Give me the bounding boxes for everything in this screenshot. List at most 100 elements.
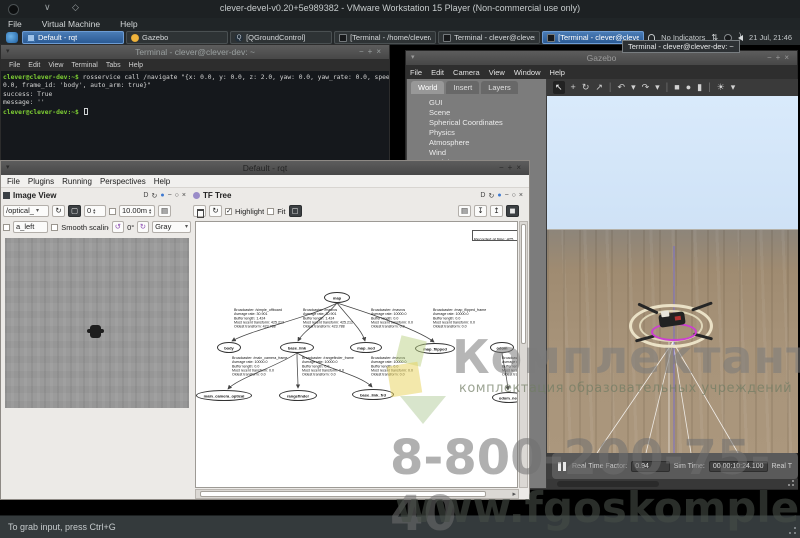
redo-icon[interactable]: ↷ <box>642 81 650 94</box>
save-graph-button[interactable]: ▤ <box>458 205 471 217</box>
zoom-spinner[interactable]: 0▴▾ <box>84 205 106 217</box>
rotate-right-icon[interactable]: ↻ <box>137 221 149 233</box>
detach-icon[interactable]: D <box>143 192 148 199</box>
tree-item-wind[interactable]: Wind <box>407 148 546 158</box>
screenshot-button[interactable]: ▢ <box>68 205 81 217</box>
tf-horizontal-scrollbar[interactable]: ▸ <box>195 489 519 499</box>
max-range-spinner[interactable]: 10.00m▴▾ <box>119 205 155 217</box>
taskbar-item[interactable]: Default - rqt <box>22 31 124 44</box>
minimize-icon[interactable]: − <box>505 192 509 199</box>
zoom-fit-button[interactable]: ↧ <box>474 205 487 217</box>
menu-item-help[interactable]: Help <box>154 177 170 186</box>
box-shape-icon[interactable]: ■ <box>674 81 679 94</box>
tree-item-gui[interactable]: GUI <box>407 98 546 108</box>
menu-item-perspectives[interactable]: Perspectives <box>100 177 146 186</box>
dynamic-range-checkbox[interactable] <box>109 208 116 215</box>
menu-item-help[interactable]: Help <box>550 68 565 77</box>
tab-insert[interactable]: Insert <box>446 81 479 94</box>
camera-image[interactable] <box>5 238 189 408</box>
scale-tool-icon[interactable]: ↗ <box>595 81 603 94</box>
resize-grip[interactable] <box>788 480 794 486</box>
detach-icon[interactable]: D <box>480 192 485 199</box>
fit-checkbox[interactable] <box>267 208 274 215</box>
help-icon[interactable]: ● <box>160 192 164 199</box>
sphere-shape-icon[interactable]: ● <box>686 81 691 94</box>
refresh-tree-button[interactable]: ↻ <box>209 205 222 217</box>
menu-item-camera[interactable]: Camera <box>453 68 480 77</box>
menu-item-help[interactable]: Help <box>120 19 137 29</box>
gazebo-3d-view[interactable] <box>547 96 798 453</box>
applications-icon[interactable] <box>6 32 18 43</box>
topic2-checkbox[interactable] <box>3 224 10 231</box>
reload-icon[interactable]: ↻ <box>151 192 157 200</box>
clear-buffer-icon[interactable] <box>193 205 206 217</box>
close-icon[interactable]: × <box>519 192 523 199</box>
float-icon[interactable]: ○ <box>175 192 179 199</box>
cylinder-shape-icon[interactable]: ▮ <box>697 81 702 94</box>
tf-canvas[interactable]: Recorded at time: 425. mapbodybase_linkm… <box>195 221 518 488</box>
select-tool-icon[interactable]: ↖ <box>553 81 565 94</box>
menu-item-plugins[interactable]: Plugins <box>28 177 54 186</box>
menu-item-edit[interactable]: Edit <box>431 68 444 77</box>
taskbar-item[interactable]: [Terminal - /home/clever/cat... <box>334 31 436 44</box>
menu-item-file[interactable]: File <box>8 19 22 29</box>
menu-item-file[interactable]: File <box>9 62 20 69</box>
gazebo-titlebar[interactable]: ▾ Gazebo −+× <box>406 51 797 65</box>
topic-dropdown[interactable]: /optical_▾ <box>3 205 49 217</box>
taskbar-item[interactable]: Q[QGroundControl] <box>230 31 332 44</box>
tab-layers[interactable]: Layers <box>481 81 518 94</box>
close-icon[interactable]: × <box>182 192 186 199</box>
taskbar-item[interactable]: Terminal - clever@clever-de... <box>438 31 540 44</box>
menu-item-view[interactable]: View <box>48 62 63 69</box>
translate-tool-icon[interactable]: + <box>571 81 576 94</box>
help-icon[interactable]: ● <box>497 192 501 199</box>
window-controls[interactable]: −+× <box>359 47 385 56</box>
smooth-scaling-checkbox[interactable] <box>51 224 58 231</box>
taskbar-item[interactable]: Gazebo <box>126 31 228 44</box>
clock[interactable]: 21 Jul, 21:46 <box>749 33 792 42</box>
tree-item-scene[interactable]: Scene <box>407 108 546 118</box>
resize-grip[interactable] <box>789 527 796 534</box>
window-controls[interactable]: −+× <box>767 53 793 62</box>
menu-item-window[interactable]: Window <box>514 68 541 77</box>
rqt-titlebar[interactable]: ▾ Default - rqt −+× <box>1 161 529 175</box>
light-icon[interactable]: ☀ <box>717 81 725 94</box>
more-icon[interactable]: ▾ <box>731 81 736 94</box>
refresh-topics-button[interactable]: ↻ <box>52 205 65 217</box>
window-controls[interactable]: −+× <box>499 163 525 172</box>
image-view-dock-header[interactable]: Image View D ↻ ● − ○ × <box>3 189 192 202</box>
menu-item-file[interactable]: File <box>410 68 422 77</box>
terminal-titlebar[interactable]: ▾ Terminal - clever@clever-dev: ~ −+× <box>1 45 389 59</box>
screenshot-button[interactable]: ▢ <box>289 205 302 217</box>
redo-menu-icon[interactable]: ▾ <box>655 81 660 94</box>
gazebo-horizontal-scrollbar[interactable] <box>547 479 798 489</box>
highlight-checkbox[interactable]: ✓ <box>225 208 232 215</box>
tf-tree-dock-header[interactable]: TF Tree D ↻ ● − ○ × <box>193 189 529 202</box>
menu-item-running[interactable]: Running <box>62 177 92 186</box>
tree-item-atmosphere[interactable]: Atmosphere <box>407 138 546 148</box>
rotate-tool-icon[interactable]: ↻ <box>582 81 590 94</box>
menu-item-tabs[interactable]: Tabs <box>106 62 121 69</box>
zoom-reset-button[interactable]: ↥ <box>490 205 503 217</box>
reload-icon[interactable]: ↻ <box>488 192 494 200</box>
undo-icon[interactable]: ↶ <box>618 81 626 94</box>
float-icon[interactable]: ○ <box>512 192 516 199</box>
menu-item-view[interactable]: View <box>489 68 505 77</box>
tree-item-physics[interactable]: Physics <box>407 128 546 138</box>
color-mode-dropdown[interactable]: Gray▾ <box>152 221 191 233</box>
export-button[interactable]: ◼ <box>506 205 519 217</box>
undo-menu-icon[interactable]: ▾ <box>631 81 636 94</box>
menu-item-help[interactable]: Help <box>129 62 143 69</box>
minimize-icon[interactable]: − <box>168 192 172 199</box>
pause-icon[interactable] <box>558 462 566 471</box>
menu-item-edit[interactable]: Edit <box>28 62 40 69</box>
topic2-field[interactable]: a_left <box>13 221 48 233</box>
rotate-left-icon[interactable]: ↺ <box>112 221 124 233</box>
tf-vertical-scrollbar[interactable] <box>519 221 528 488</box>
menu-item-terminal[interactable]: Terminal <box>71 62 97 69</box>
tree-item-spherical-coordinates[interactable]: Spherical Coordinates <box>407 118 546 128</box>
menu-item-file[interactable]: File <box>7 177 20 186</box>
save-image-button[interactable]: ▤ <box>158 205 171 217</box>
menu-item-virtual-machine[interactable]: Virtual Machine <box>42 19 100 29</box>
tab-world[interactable]: World <box>411 81 444 94</box>
